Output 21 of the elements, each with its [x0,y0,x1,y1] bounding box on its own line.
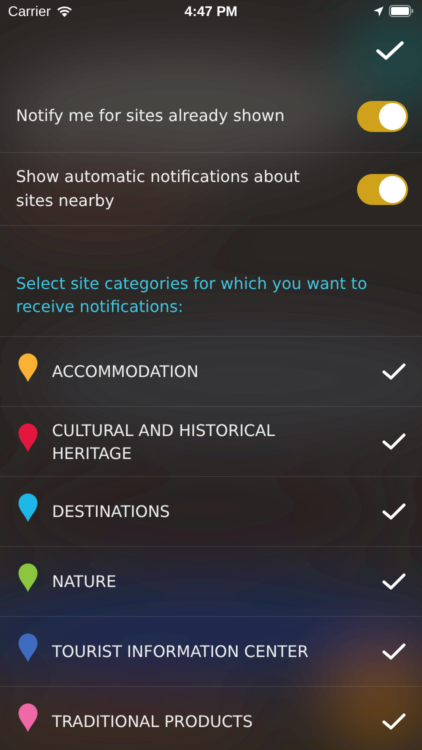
check-icon[interactable] [382,433,406,450]
check-icon[interactable] [382,503,406,520]
clock-time: 4:47 PM [184,3,238,19]
check-icon[interactable] [382,643,406,660]
location-arrow-icon [372,6,384,16]
done-check-icon[interactable] [376,41,404,61]
check-icon[interactable] [382,713,406,730]
check-icon[interactable] [382,363,406,380]
section-heading: Select site categories for which you want to receive notifications: [0,226,422,337]
wifi-icon [56,5,73,17]
category-label[interactable]: DESTINATIONS [52,500,332,523]
setting-label: Notify me for sites already shown [16,105,285,127]
category-label[interactable]: TOURIST INFORMATION CENTER [52,640,332,663]
check-icon[interactable] [382,573,406,590]
category-label[interactable]: ACCOMMODATION [52,360,332,383]
carrier-label: Carrier [8,3,51,19]
category-label[interactable]: CULTURAL AND HISTORICAL HERITAGE [52,418,332,464]
category-label[interactable]: TRADITIONAL PRODUCTS [52,710,332,733]
battery-icon [388,5,414,17]
category-label[interactable]: NATURE [52,570,332,593]
setting-label: Show automatic notifications about sites nearby [16,166,301,212]
